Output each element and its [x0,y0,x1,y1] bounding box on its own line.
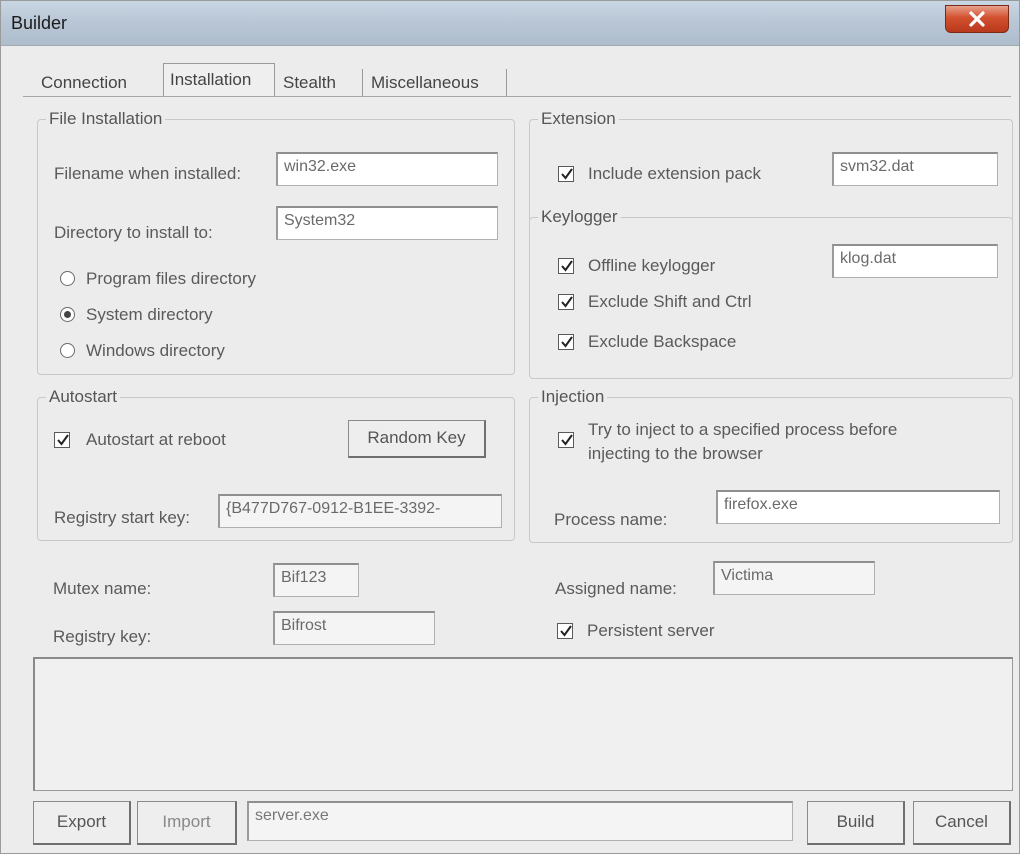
registry-start-key-label: Registry start key: [54,508,191,527]
filename-input[interactable]: win32.exe [276,152,498,186]
try-inject-label-line2: injecting to the browser [588,444,763,463]
import-button[interactable]: Import [137,801,237,845]
offline-keylogger-label: Offline keylogger [588,256,716,275]
builder-window: Builder Connection Installation Stealth … [0,0,1020,854]
checkmark-icon [57,434,69,446]
exclude-backspace-label: Exclude Backspace [588,332,737,351]
assigned-name-label: Assigned name: [555,579,677,598]
assigned-name-input[interactable]: Victima [713,561,875,595]
registry-start-key-input[interactable]: {B477D767-0912-B1EE-3392- [218,494,502,528]
directory-label: Directory to install to: [54,223,213,242]
checkmark-icon [561,336,573,348]
mutex-name-input[interactable]: Bif123 [273,563,359,597]
random-key-button[interactable]: Random Key [348,420,486,458]
autostart-group: Autostart Autostart at reboot Random Key… [37,387,515,541]
file-installation-group: File Installation Filename when installe… [37,109,515,375]
include-extension-checkbox[interactable] [558,166,574,182]
try-inject-label-line1: Try to inject to a specified process bef… [588,420,898,439]
export-button[interactable]: Export [33,801,131,845]
exclude-shift-checkbox[interactable] [558,294,574,310]
radio-system-directory-label: System directory [86,305,213,324]
tab-stealth[interactable]: Stealth [277,69,363,97]
autostart-legend: Autostart [46,387,121,407]
process-name-label: Process name: [554,510,668,529]
directory-input[interactable]: System32 [276,206,498,240]
tab-miscellaneous[interactable]: Miscellaneous [365,69,507,97]
autostart-reboot-label: Autostart at reboot [86,430,226,449]
process-name-input[interactable]: firefox.exe [716,490,1000,524]
radio-program-files-label: Program files directory [86,269,257,288]
registry-key-label: Registry key: [53,627,152,646]
checkmark-icon [561,168,573,180]
exclude-backspace-checkbox[interactable] [558,334,574,350]
radio-windows-directory-label: Windows directory [86,341,225,360]
persistent-server-label: Persistent server [587,621,715,640]
checkmark-icon [561,260,573,272]
extension-file-input[interactable]: svm32.dat [832,152,998,186]
build-button[interactable]: Build [807,801,905,845]
filename-label: Filename when installed: [54,164,242,183]
checkmark-icon [561,296,573,308]
radio-system-directory[interactable] [60,307,75,322]
injection-legend: Injection [538,387,608,407]
tab-connection[interactable]: Connection [35,69,163,97]
output-file-input[interactable]: server.exe [247,801,793,841]
registry-key-input[interactable]: Bifrost [273,611,435,645]
keylogger-file-input[interactable]: klog.dat [832,244,998,278]
exclude-shift-label: Exclude Shift and Ctrl [588,292,752,311]
file-installation-legend: File Installation [46,109,166,129]
extension-group: Extension Include extension pack svm32.d… [529,109,1013,219]
include-extension-label: Include extension pack [588,164,761,183]
persistent-server-checkbox[interactable] [557,623,573,639]
close-icon [969,11,985,27]
extension-legend: Extension [538,109,619,129]
keylogger-legend: Keylogger [538,207,621,227]
title-bar[interactable]: Builder [1,1,1019,46]
cancel-button[interactable]: Cancel [913,801,1011,845]
offline-keylogger-checkbox[interactable] [558,258,574,274]
radio-windows-directory[interactable] [60,343,75,358]
mutex-name-label: Mutex name: [53,579,152,598]
close-button[interactable] [945,5,1009,33]
radio-program-files[interactable] [60,271,75,286]
tab-installation[interactable]: Installation [163,63,275,97]
window-title: Builder [11,13,68,33]
try-inject-checkbox[interactable] [558,432,574,448]
injection-group: Injection Try to inject to a specified p… [529,387,1013,543]
checkmark-icon [560,625,572,637]
log-output-area[interactable] [33,657,1013,791]
keylogger-group: Keylogger Offline keylogger klog.dat Exc… [529,207,1013,379]
checkmark-icon [561,434,573,446]
autostart-reboot-checkbox[interactable] [54,432,70,448]
